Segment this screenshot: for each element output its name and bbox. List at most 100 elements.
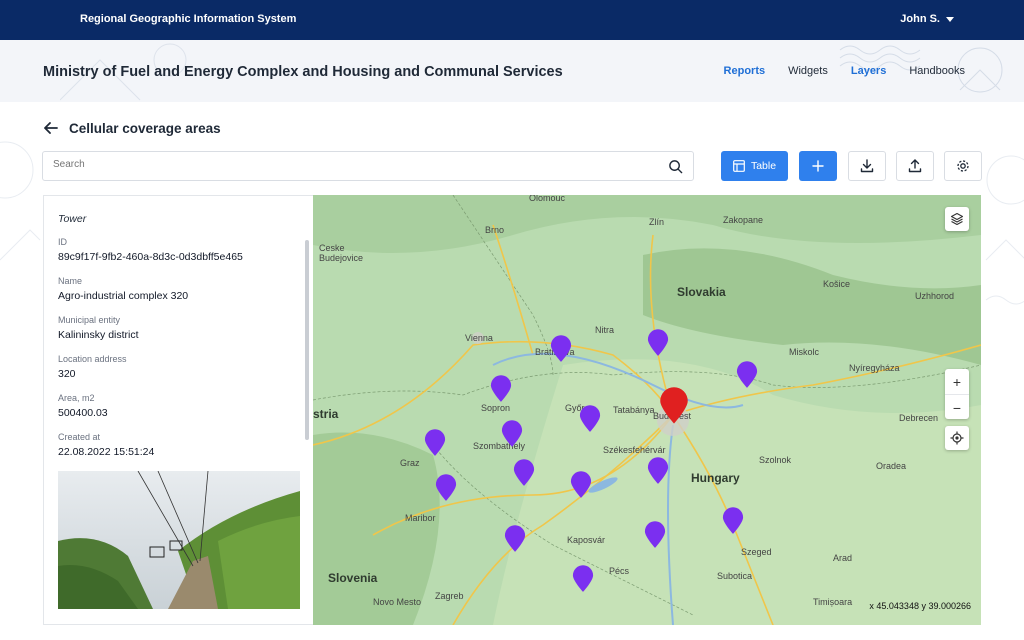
upload-button[interactable] [896,151,934,181]
city-label: Szeged [741,547,772,557]
selected-tower-marker-icon[interactable] [659,387,689,425]
tower-marker-icon[interactable] [490,375,512,403]
tower-marker-icon[interactable] [513,459,535,487]
search-icon[interactable] [668,159,683,174]
field-value: 500400.03 [58,407,108,419]
tower-marker-icon[interactable] [647,457,669,485]
header-band: Ministry of Fuel and Energy Complex and … [0,40,1024,102]
country-label: Hungary [691,471,740,485]
main-nav: Reports Widgets Layers Handbooks [724,65,965,77]
top-bar: Regional Geographic Information System J… [0,0,1024,40]
country-label: stria [313,407,339,421]
field-value: 22.08.2022 15:51:24 [58,446,155,458]
organization-title: Ministry of Fuel and Energy Complex and … [43,64,563,80]
nav-handbooks[interactable]: Handbooks [909,65,965,77]
layers-button[interactable] [945,207,969,231]
field-value: Kalininsky district [58,329,139,341]
zoom-control: + − [945,369,969,419]
city-label: Vienna [465,333,493,343]
search-input[interactable] [53,159,653,170]
country-label: Slovakia [677,285,726,299]
page-title-row: Cellular coverage areas [43,120,221,136]
city-label: Uzhhorod [915,291,955,301]
field-label: Created at [58,432,101,442]
tower-marker-icon[interactable] [722,507,744,535]
layers-icon [950,212,964,226]
feature-details-panel: Tower ID 89c9f17f-9fb2-460a-8d3c-0d3dbff… [43,195,313,625]
locate-button[interactable] [945,426,969,450]
city-label: Zakopane [723,215,764,225]
city-label: Novo Mesto [373,597,422,607]
field-value: 89c9f17f-9fb2-460a-8d3c-0d3dbff5e465 [58,251,243,263]
field-created-at: Created at 22.08.2022 15:51:24 [58,432,154,458]
add-button[interactable] [799,151,837,181]
decorative-pattern-icon [985,155,1024,305]
zoom-in-button[interactable]: + [945,369,969,394]
city-label: Arad [833,553,853,563]
tower-photo [58,471,300,609]
tower-marker-icon[interactable] [504,525,526,553]
city-label: Zlín [649,217,665,227]
tower-marker-icon[interactable] [736,361,758,389]
field-location-address: Location address 320 [58,354,127,380]
gear-icon [957,160,969,172]
feature-type: Tower [58,213,87,225]
field-label: ID [58,237,67,247]
city-label: Zagreb [435,591,464,601]
user-menu[interactable]: John S. [900,13,954,25]
city-label: Pécs [609,566,630,576]
field-municipal-entity: Municipal entity Kalininsky district [58,315,139,341]
back-arrow-icon[interactable] [43,120,59,136]
city-label: Olomouc [529,195,566,203]
city-label: Kaposvár [567,535,606,545]
tower-marker-icon[interactable] [501,420,523,448]
city-label: Subotica [717,571,753,581]
city-label: Timișoara [813,597,853,607]
download-button[interactable] [848,151,886,181]
panel-scrollbar[interactable] [305,240,309,440]
tower-marker-icon[interactable] [644,521,666,549]
city-label: Brno [485,225,505,235]
country-label: Slovenia [328,571,378,585]
decorative-pattern-icon [0,141,41,261]
tower-marker-icon[interactable] [435,474,457,502]
page-title: Cellular coverage areas [69,120,221,136]
field-label: Name [58,276,83,286]
nav-reports[interactable]: Reports [724,65,766,77]
table-icon [733,160,745,172]
field-id: ID 89c9f17f-9fb2-460a-8d3c-0d3dbff5e465 [58,237,243,263]
tower-marker-icon[interactable] [570,471,592,499]
field-value: 320 [58,368,76,380]
app-title: Regional Geographic Information System [80,13,297,25]
locate-icon [950,431,964,445]
city-label: Maribor [405,513,436,523]
nav-widgets[interactable]: Widgets [788,65,828,77]
tower-marker-icon[interactable] [572,565,594,593]
chevron-down-icon [946,16,954,22]
tower-marker-icon[interactable] [647,329,669,357]
field-label: Municipal entity [58,315,121,325]
tower-marker-icon[interactable] [424,429,446,457]
nav-layers[interactable]: Layers [851,65,886,77]
field-label: Location address [58,354,127,364]
zoom-out-button[interactable]: − [945,395,969,420]
city-label: Košice [823,279,851,289]
field-area: Area, m2 500400.03 [58,393,108,419]
city-label: Nitra [595,325,615,335]
search-box [42,151,694,181]
field-name: Name Agro-industrial complex 320 [58,276,188,302]
city-label: Debrecen [899,413,939,423]
upload-icon [908,159,922,173]
city-label: Nyíregyháza [849,363,900,373]
city-label: Oradea [876,461,907,471]
city-label: Székesfehérvár [603,445,666,455]
map-view[interactable]: Slovakia Hungary Slovenia stria Brno Vie… [313,195,981,625]
coordinates-readout: x 45.043348 y 39.000266 [869,601,971,611]
table-button[interactable]: Table [721,151,788,181]
download-icon [860,159,874,173]
tower-marker-icon[interactable] [550,335,572,363]
city-label: Szolnok [759,455,792,465]
city-label: Miskolc [789,347,820,357]
tower-marker-icon[interactable] [579,405,601,433]
settings-button[interactable] [944,151,982,181]
